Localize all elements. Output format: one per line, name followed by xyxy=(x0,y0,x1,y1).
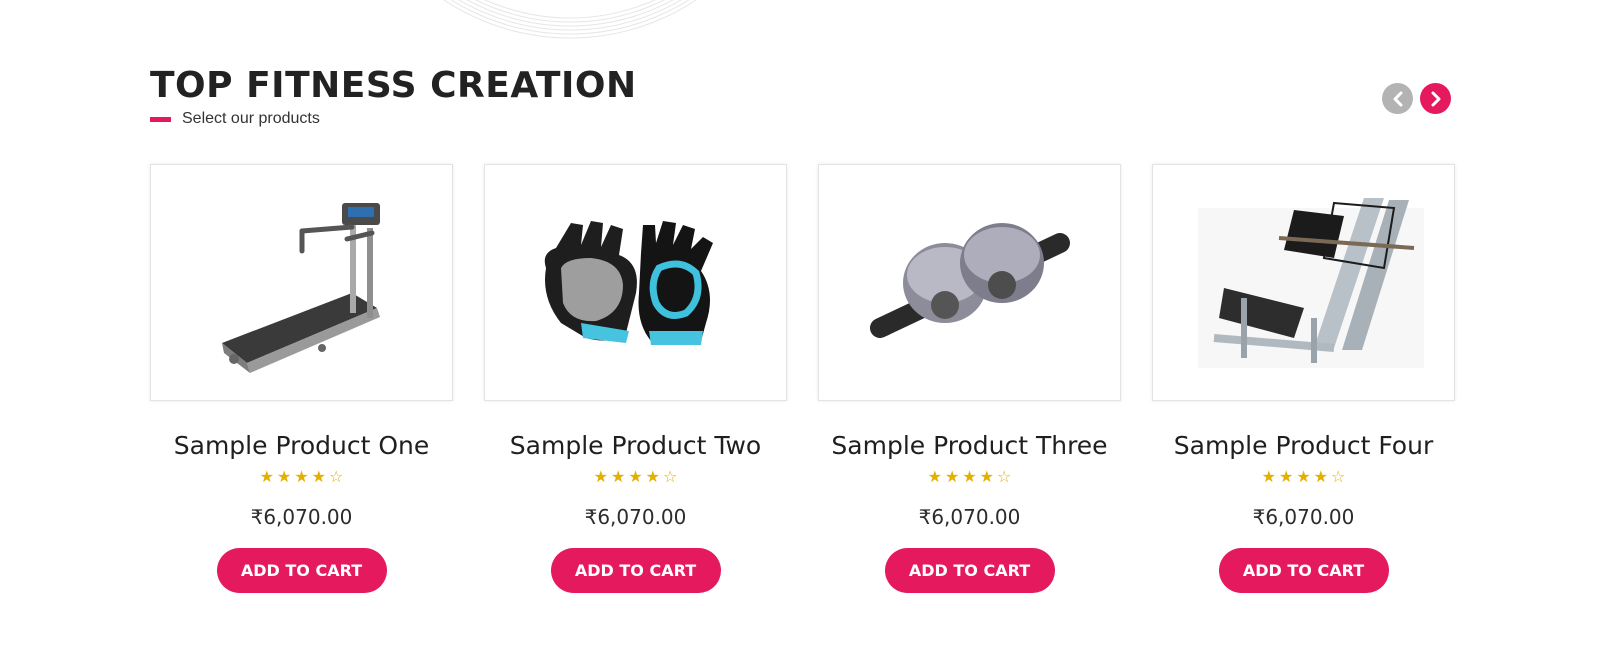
add-to-cart-button[interactable]: ADD TO CART xyxy=(550,548,721,593)
subtitle-accent-dash xyxy=(150,116,171,122)
product-card: Sample Product One ★ ★ ★ ★ ☆ ₹6,070.00 A… xyxy=(150,164,453,593)
product-card: Sample Product Two ★ ★ ★ ★ ☆ ₹6,070.00 A… xyxy=(484,164,787,593)
section-title: TOP FITNESS CREATION xyxy=(150,65,637,106)
star-filled-icon: ★ xyxy=(645,469,661,486)
product-name[interactable]: Sample Product Two xyxy=(510,430,761,462)
product-rating: ★ ★ ★ ★ ☆ xyxy=(594,469,678,487)
star-filled-icon: ★ xyxy=(1296,469,1311,486)
fitness-gloves-image xyxy=(544,220,713,345)
star-empty-icon: ☆ xyxy=(997,469,1012,486)
chevron-left-icon xyxy=(1393,91,1402,106)
carousel-next-button[interactable] xyxy=(1420,83,1451,114)
section-subtitle: Select our products xyxy=(182,110,320,127)
ab-roller-image xyxy=(869,222,1070,338)
star-filled-icon: ★ xyxy=(1313,469,1329,486)
carousel-prev-button[interactable] xyxy=(1382,83,1413,114)
product-price: ₹6,070.00 xyxy=(584,505,687,529)
star-empty-icon: ☆ xyxy=(329,469,344,486)
star-filled-icon: ★ xyxy=(294,469,309,486)
star-filled-icon: ★ xyxy=(979,469,995,486)
star-filled-icon: ★ xyxy=(259,469,274,486)
product-name[interactable]: Sample Product One xyxy=(174,430,429,462)
product-image-link[interactable] xyxy=(150,164,453,401)
product-name[interactable]: Sample Product Three xyxy=(831,430,1107,462)
product-price: ₹6,070.00 xyxy=(918,505,1021,529)
product-price: ₹6,070.00 xyxy=(1252,505,1355,529)
star-filled-icon: ★ xyxy=(610,469,626,486)
star-empty-icon: ☆ xyxy=(663,469,678,486)
product-grid: Sample Product One ★ ★ ★ ★ ☆ ₹6,070.00 A… xyxy=(150,164,1455,593)
product-rating: ★ ★ ★ ★ ☆ xyxy=(928,469,1012,487)
decorative-arc-lines xyxy=(443,0,697,39)
add-to-cart-button[interactable]: ADD TO CART xyxy=(1218,548,1389,593)
section-header: TOP FITNESS CREATION Select our products xyxy=(150,64,637,128)
product-image-link[interactable] xyxy=(1152,164,1455,401)
product-card: Sample Product Three ★ ★ ★ ★ ☆ ₹6,070.00… xyxy=(818,164,1121,593)
star-filled-icon: ★ xyxy=(628,469,643,486)
product-card: Sample Product Four ★ ★ ★ ★ ☆ ₹6,070.00 … xyxy=(1152,164,1455,593)
star-filled-icon: ★ xyxy=(962,469,977,486)
star-empty-icon: ☆ xyxy=(1331,469,1346,486)
star-filled-icon: ★ xyxy=(1278,469,1294,486)
product-image-link[interactable] xyxy=(484,164,787,401)
star-filled-icon: ★ xyxy=(927,469,942,486)
add-to-cart-button[interactable]: ADD TO CART xyxy=(884,548,1055,593)
star-filled-icon: ★ xyxy=(593,469,608,486)
section-subtitle-row: Select our products xyxy=(150,110,637,128)
product-image-link[interactable] xyxy=(818,164,1121,401)
add-to-cart-button[interactable]: ADD TO CART xyxy=(216,548,387,593)
product-rating: ★ ★ ★ ★ ☆ xyxy=(260,469,344,487)
product-price: ₹6,070.00 xyxy=(250,505,353,529)
product-name[interactable]: Sample Product Four xyxy=(1174,430,1433,462)
star-filled-icon: ★ xyxy=(276,469,292,486)
leg-press-machine-image xyxy=(1197,197,1424,368)
product-rating: ★ ★ ★ ★ ☆ xyxy=(1262,469,1346,487)
carousel-nav xyxy=(1382,83,1451,114)
chevron-right-icon xyxy=(1431,91,1440,106)
star-filled-icon: ★ xyxy=(311,469,327,486)
treadmill-image xyxy=(221,202,380,373)
star-filled-icon: ★ xyxy=(944,469,960,486)
star-filled-icon: ★ xyxy=(1261,469,1276,486)
